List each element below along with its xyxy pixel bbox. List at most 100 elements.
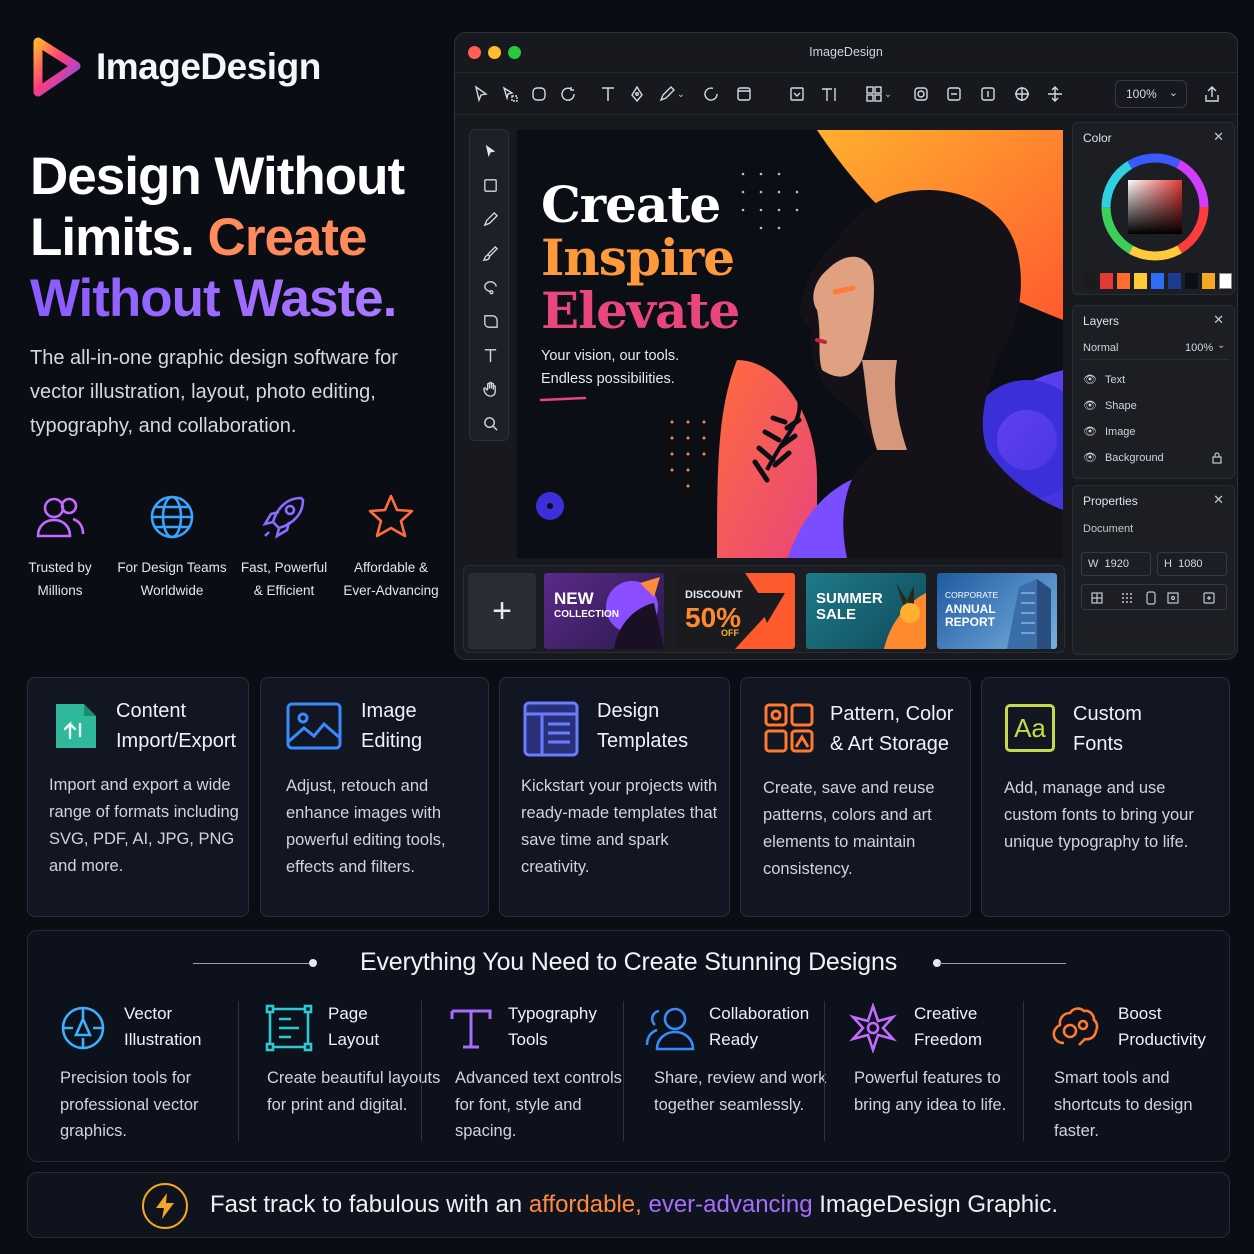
feature-card-import-export: Content Import/Export Import and export a…	[27, 677, 249, 917]
ellipse-tool-button[interactable]	[699, 82, 723, 106]
template-thumbnail[interactable]: DISCOUNT 50% OFF	[675, 573, 795, 649]
separator	[623, 1001, 624, 1141]
design-canvas[interactable]: Create Inspire Elevate Your vision, our …	[517, 130, 1063, 558]
eye-icon[interactable]: 👁︎	[1083, 399, 1097, 412]
layer-row[interactable]: 👁︎ Background	[1083, 451, 1228, 464]
type-frame-tool-button[interactable]	[817, 82, 841, 106]
separator	[1023, 1001, 1024, 1141]
close-icon[interactable]: ✕	[1213, 129, 1224, 145]
frame-tool-button[interactable]	[732, 82, 756, 106]
shape-tool[interactable]	[479, 310, 501, 332]
star-icon	[368, 494, 414, 538]
distribute-tool-button[interactable]	[976, 82, 1000, 106]
chevron-down-icon: ⌄	[676, 88, 686, 100]
chevron-down-icon: ⌄	[1217, 340, 1226, 351]
dots-grid-icon[interactable]	[1120, 591, 1134, 605]
tools-panel	[469, 129, 509, 441]
swatch[interactable]	[1168, 273, 1181, 289]
rectangle-icon	[483, 178, 497, 192]
zoom-select[interactable]: 100% ⌄	[1115, 80, 1187, 108]
text-tool[interactable]	[479, 344, 501, 366]
eye-icon[interactable]: 👁︎	[1083, 373, 1097, 386]
close-icon[interactable]: ✕	[1213, 312, 1224, 328]
capability-title: Typography Tools	[508, 1001, 597, 1053]
height-field[interactable]: H 1080	[1157, 552, 1227, 576]
page-layout-icon	[265, 1004, 313, 1052]
move-tool-button[interactable]	[1043, 82, 1067, 106]
rectangle-tool[interactable]	[479, 174, 501, 196]
pointer-icon	[474, 85, 488, 103]
capability-title-line2: Tools	[508, 1030, 548, 1049]
select-tool[interactable]	[479, 140, 501, 162]
brush-tool[interactable]	[479, 242, 501, 264]
move-icon	[1048, 86, 1062, 102]
divider	[939, 963, 1066, 964]
group-options-chevron[interactable]: ⌄	[881, 82, 895, 106]
capability-description: Precision tools for professional vector …	[60, 1069, 199, 1140]
crop-tool-button[interactable]	[785, 82, 809, 106]
thumbnail-text: CORPORATE ANNUAL REPORT	[945, 587, 998, 629]
export-button[interactable]	[1200, 82, 1224, 106]
grid-icon[interactable]	[1090, 591, 1104, 605]
font-icon: Aa	[1005, 704, 1055, 752]
swatch[interactable]	[1083, 273, 1096, 289]
users-icon	[36, 497, 85, 538]
layer-row[interactable]: 👁︎ Shape	[1083, 399, 1137, 413]
lock-icon[interactable]	[1211, 451, 1223, 464]
feature-card-templates: Design Templates Kickstart your projects …	[499, 677, 730, 917]
export-frame-icon[interactable]	[1202, 591, 1216, 605]
hero-description: The all-in-one graphic design software f…	[30, 347, 398, 437]
blend-mode-select[interactable]: Normal 100% ⌄	[1079, 336, 1229, 360]
thumbnail-text: DISCOUNT 50% OFF	[685, 587, 742, 638]
capability-description: Smart tools and shortcuts to design fast…	[1054, 1069, 1193, 1140]
template-thumbnail[interactable]: NEW COLLECTION	[544, 573, 664, 649]
layer-row[interactable]: 👁︎ Image	[1083, 425, 1136, 439]
imagedesign-logo-icon	[33, 37, 81, 97]
swatch[interactable]	[1134, 273, 1147, 289]
align-box-icon[interactable]	[1166, 591, 1180, 605]
capabilities-panel: Everything You Need to Create Stunning D…	[27, 930, 1230, 1162]
hand-tool[interactable]	[479, 378, 501, 400]
canvas-subtext-line1: Your vision, our tools.	[541, 348, 680, 364]
swatch[interactable]	[1117, 273, 1130, 289]
zoom-tool[interactable]	[479, 412, 501, 434]
mask-tool-button[interactable]	[909, 82, 933, 106]
chevron-down-icon: ⌄	[883, 88, 893, 100]
lasso-tool[interactable]	[479, 276, 501, 298]
dot-pattern-orange	[670, 420, 706, 488]
eye-icon[interactable]: 👁︎	[1083, 451, 1097, 464]
template-thumbnail[interactable]: CORPORATE ANNUAL REPORT	[937, 573, 1057, 649]
stack-icon[interactable]	[1144, 591, 1158, 605]
layer-row[interactable]: 👁︎ Text	[1083, 373, 1125, 387]
width-field[interactable]: W 1920	[1081, 552, 1151, 576]
swatch[interactable]	[1151, 273, 1164, 289]
pen-tool-button[interactable]	[625, 82, 649, 106]
transform-tool-button[interactable]	[1010, 82, 1034, 106]
lasso-tool-button[interactable]	[527, 82, 551, 106]
direct-select-tool-button[interactable]	[498, 82, 522, 106]
capability-title-line1: Page	[328, 1004, 368, 1023]
text-tool-button[interactable]	[596, 82, 620, 106]
template-thumbnail[interactable]: SUMMER SALE	[806, 573, 926, 649]
type-frame-icon	[822, 88, 836, 101]
swatch[interactable]	[1202, 273, 1215, 289]
hero-title-line2a: Limits.	[30, 208, 195, 267]
eye-icon[interactable]: 👁︎	[1083, 425, 1097, 438]
select-tool-button[interactable]	[469, 82, 493, 106]
card-title: Pattern, Color & Art Storage	[830, 699, 953, 759]
swatch[interactable]	[1219, 273, 1232, 289]
card-title-line2: Editing	[361, 730, 423, 752]
swatch[interactable]	[1100, 273, 1113, 289]
close-icon[interactable]: ✕	[1213, 492, 1224, 508]
align-tool-button[interactable]	[942, 82, 966, 106]
color-wheel[interactable]	[1099, 151, 1211, 263]
capability-description: Create beautiful layouts for print and d…	[267, 1069, 441, 1114]
swatch[interactable]	[1185, 273, 1198, 289]
rotate-tool-button[interactable]	[556, 82, 580, 106]
pencil-options-chevron[interactable]: ⌄	[674, 82, 688, 106]
bolt-shape	[156, 1193, 174, 1219]
add-template-button[interactable]: +	[468, 573, 536, 649]
pen-tool[interactable]	[479, 208, 501, 230]
card-title-line1: Image	[361, 700, 417, 722]
card-title-line2: Import/Export	[116, 730, 237, 752]
